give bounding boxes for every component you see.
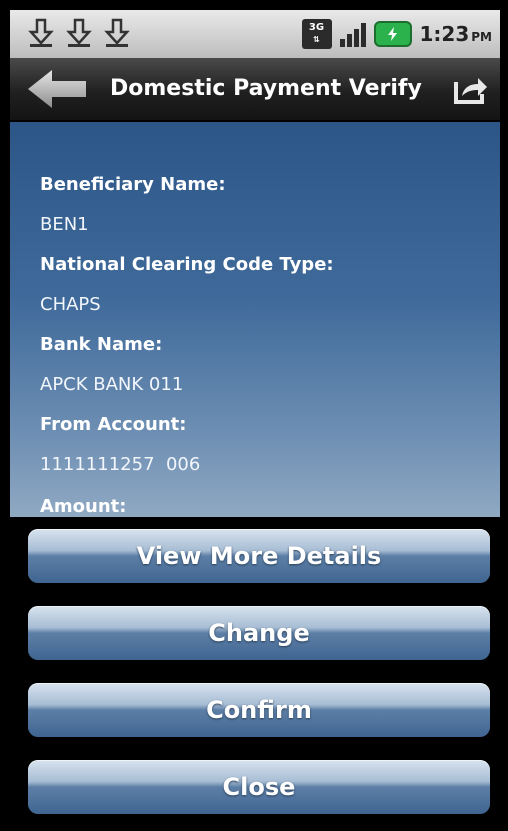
bank-name-label: Bank Name: bbox=[40, 334, 163, 355]
payment-details-panel[interactable]: Beneficiary Name: BEN1 National Clearing… bbox=[10, 122, 500, 517]
amount-label: Amount: bbox=[40, 496, 127, 517]
clearing-code-type-value: CHAPS bbox=[40, 294, 101, 315]
bank-name-value: APCK BANK 011 bbox=[40, 374, 184, 395]
title-bar: Domestic Payment Verify bbox=[10, 58, 500, 120]
back-arrow-icon[interactable] bbox=[26, 68, 88, 110]
clearing-code-type-label: National Clearing Code Type: bbox=[40, 254, 334, 275]
signal-strength-icon bbox=[339, 21, 366, 47]
network-type-label: 3G bbox=[308, 22, 325, 33]
beneficiary-name-value: BEN1 bbox=[40, 214, 89, 235]
from-account-label: From Account: bbox=[40, 414, 187, 435]
clock-time: 1:23 bbox=[419, 22, 470, 46]
beneficiary-name-label: Beneficiary Name: bbox=[40, 174, 226, 195]
from-account-value: 1111111257 006 bbox=[40, 454, 201, 475]
action-button-panel: View More Details Change Confirm Close bbox=[10, 517, 500, 827]
download-icon bbox=[28, 18, 54, 47]
battery-charging-icon bbox=[373, 21, 412, 47]
page-title: Domestic Payment Verify bbox=[110, 76, 422, 101]
download-icon bbox=[66, 18, 92, 47]
network-3g-icon: 3G ⇅ bbox=[301, 19, 332, 49]
status-bar: 3G ⇅ 1:23 PM bbox=[10, 10, 500, 59]
download-icon bbox=[104, 18, 130, 47]
share-icon[interactable] bbox=[452, 72, 488, 106]
view-more-details-button[interactable]: View More Details bbox=[28, 529, 490, 583]
confirm-button[interactable]: Confirm bbox=[28, 683, 490, 737]
close-button[interactable]: Close bbox=[28, 760, 490, 814]
change-button[interactable]: Change bbox=[28, 606, 490, 660]
clock-ampm: PM bbox=[471, 30, 492, 44]
phone-screen: 3G ⇅ 1:23 PM Domestic Payment Verify Ben… bbox=[0, 0, 508, 831]
